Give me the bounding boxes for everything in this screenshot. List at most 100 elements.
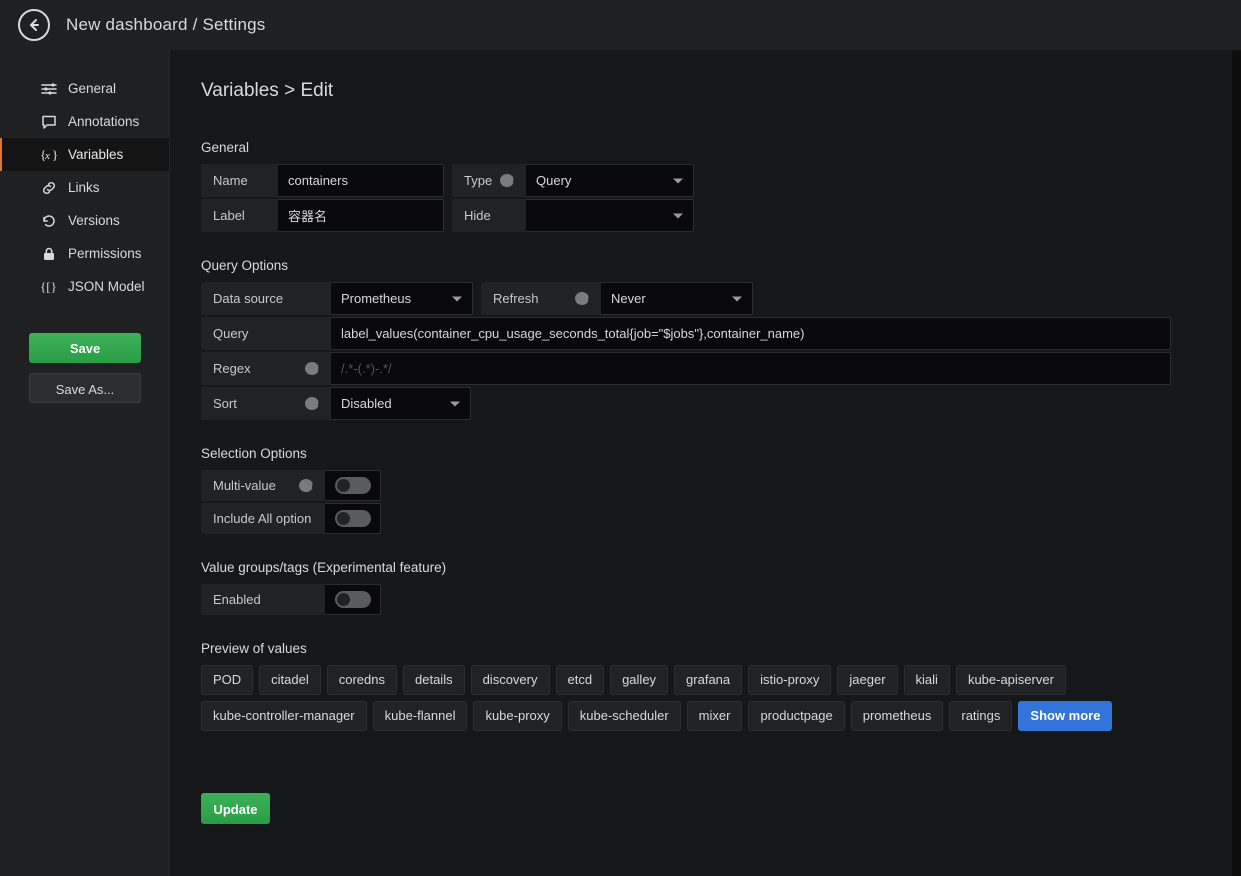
sort-select-value: Disabled bbox=[341, 396, 392, 411]
sidebar-item-label: General bbox=[68, 81, 116, 96]
regex-field-group: Regex i /.*-(.*)-.*/ bbox=[201, 352, 1171, 385]
info-icon[interactable]: i bbox=[299, 479, 313, 492]
svg-text:{[}: {[} bbox=[40, 279, 57, 294]
include-all-toggle[interactable] bbox=[325, 503, 381, 534]
sidebar-actions: Save Save As... bbox=[0, 333, 169, 403]
include-all-row: Include All option bbox=[201, 503, 1232, 534]
label-input[interactable]: 容器名 bbox=[278, 199, 444, 232]
general-row-2: Label 容器名 Hide bbox=[201, 199, 1232, 232]
name-field-group: Name containers bbox=[201, 164, 444, 197]
sidebar-item-general[interactable]: General bbox=[0, 72, 169, 105]
name-label: Name bbox=[201, 164, 278, 197]
chevron-down-icon bbox=[732, 296, 742, 301]
query-input[interactable]: label_values(container_cpu_usage_seconds… bbox=[331, 317, 1171, 350]
info-icon[interactable]: i bbox=[305, 362, 319, 375]
sort-label: Sort i bbox=[201, 387, 331, 420]
general-section: General Name containers Type i Query Lab… bbox=[201, 140, 1232, 232]
chevron-down-icon bbox=[450, 401, 460, 406]
toggle-knob bbox=[337, 479, 350, 492]
refresh-label: Refresh i bbox=[481, 282, 601, 315]
list-item: coredns bbox=[327, 665, 397, 695]
sidebar-item-links[interactable]: Links bbox=[0, 171, 169, 204]
list-item: galley bbox=[610, 665, 668, 695]
list-item: kube-flannel bbox=[373, 701, 468, 731]
query-field-group: Query label_values(container_cpu_usage_s… bbox=[201, 317, 1171, 350]
update-button[interactable]: Update bbox=[201, 793, 270, 824]
toggle-knob bbox=[337, 593, 350, 606]
sidebar-item-permissions[interactable]: Permissions bbox=[0, 237, 169, 270]
refresh-select[interactable]: Never bbox=[601, 282, 753, 315]
info-icon[interactable]: i bbox=[305, 397, 319, 410]
sidebar-item-versions[interactable]: Versions bbox=[0, 204, 169, 237]
list-item: etcd bbox=[556, 665, 605, 695]
list-item: istio-proxy bbox=[748, 665, 831, 695]
list-item: kube-apiserver bbox=[956, 665, 1066, 695]
regex-input[interactable]: /.*-(.*)-.*/ bbox=[331, 352, 1171, 385]
label-label: Label bbox=[201, 199, 278, 232]
value-groups-enabled-toggle[interactable] bbox=[325, 584, 381, 615]
show-more-button[interactable]: Show more bbox=[1018, 701, 1112, 731]
value-groups-enabled-row: Enabled bbox=[201, 584, 1232, 615]
refresh-select-value: Never bbox=[611, 291, 646, 306]
list-item: productpage bbox=[748, 701, 844, 731]
link-icon bbox=[40, 179, 58, 197]
type-select[interactable]: Query bbox=[526, 164, 694, 197]
svg-text:x: x bbox=[44, 150, 50, 162]
list-item: kube-controller-manager bbox=[201, 701, 367, 731]
regex-row: Regex i /.*-(.*)-.*/ bbox=[201, 352, 1232, 385]
json-icon: {[} bbox=[40, 278, 58, 296]
list-item: kube-scheduler bbox=[568, 701, 681, 731]
list-item: POD bbox=[201, 665, 253, 695]
sidebar-item-json-model[interactable]: {[} JSON Model bbox=[0, 270, 169, 303]
type-select-value: Query bbox=[536, 173, 571, 188]
toggle-knob bbox=[337, 512, 350, 525]
toggle-track bbox=[335, 477, 371, 494]
sidebar-item-annotations[interactable]: Annotations bbox=[0, 105, 169, 138]
query-options-row-1: Data source Prometheus Refresh i Never bbox=[201, 282, 1232, 315]
multi-value-row: Multi-value i bbox=[201, 470, 1232, 501]
datasource-field-group: Data source Prometheus bbox=[201, 282, 473, 315]
multi-value-toggle[interactable] bbox=[325, 470, 381, 501]
preview-values-list: POD citadel coredns details discovery et… bbox=[201, 665, 1161, 731]
save-button[interactable]: Save bbox=[29, 333, 141, 363]
selection-options-section: Selection Options Multi-value i Include … bbox=[201, 446, 1232, 534]
multi-value-label: Multi-value i bbox=[201, 470, 325, 501]
page-title: Variables > Edit bbox=[201, 80, 1232, 102]
sort-select[interactable]: Disabled bbox=[331, 387, 471, 420]
chevron-down-icon bbox=[673, 178, 683, 183]
sort-label-text: Sort bbox=[213, 387, 237, 420]
query-options-section: Query Options Data source Prometheus Ref… bbox=[201, 258, 1232, 420]
info-icon[interactable]: i bbox=[500, 174, 514, 187]
list-item: ratings bbox=[949, 701, 1012, 731]
datasource-select[interactable]: Prometheus bbox=[331, 282, 473, 315]
type-label-text: Type bbox=[464, 164, 492, 197]
comment-icon bbox=[40, 113, 58, 131]
regex-label: Regex i bbox=[201, 352, 331, 385]
sort-row: Sort i Disabled bbox=[201, 387, 1232, 420]
braces-x-icon: { x } bbox=[40, 146, 58, 164]
hide-select[interactable] bbox=[526, 199, 694, 232]
sidebar-item-variables[interactable]: { x } Variables bbox=[0, 138, 169, 171]
sidebar-item-label: JSON Model bbox=[68, 279, 145, 294]
sidebar-item-label: Permissions bbox=[68, 246, 142, 261]
back-button[interactable] bbox=[18, 9, 50, 41]
multi-value-label-text: Multi-value bbox=[213, 478, 276, 493]
list-item: grafana bbox=[674, 665, 742, 695]
list-item: mixer bbox=[687, 701, 743, 731]
arrow-left-circle-icon bbox=[26, 17, 42, 33]
save-as-button[interactable]: Save As... bbox=[29, 373, 141, 403]
toggle-track bbox=[335, 510, 371, 527]
name-input[interactable]: containers bbox=[278, 164, 444, 197]
settings-sidebar: General Annotations { x } Variables Link… bbox=[0, 50, 170, 876]
value-groups-title: Value groups/tags (Experimental feature) bbox=[201, 560, 1232, 575]
right-rail bbox=[1232, 50, 1241, 876]
value-groups-enabled-label: Enabled bbox=[201, 584, 325, 615]
query-label: Query bbox=[201, 317, 331, 350]
lock-icon bbox=[40, 245, 58, 263]
list-item: kube-proxy bbox=[473, 701, 561, 731]
info-icon[interactable]: i bbox=[575, 292, 589, 305]
selection-options-title: Selection Options bbox=[201, 446, 1232, 461]
sidebar-item-label: Annotations bbox=[68, 114, 139, 129]
chevron-down-icon bbox=[452, 296, 462, 301]
breadcrumb-title: New dashboard / Settings bbox=[66, 15, 265, 35]
